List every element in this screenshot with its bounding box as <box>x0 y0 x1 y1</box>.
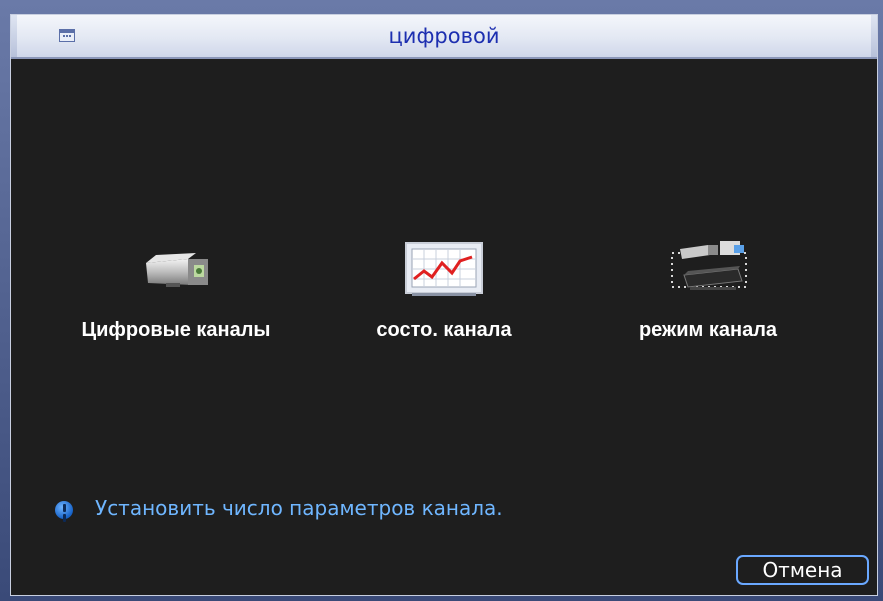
camera-recorder-icon <box>671 241 747 290</box>
title-bar: цифровой <box>11 15 877 59</box>
channel-mode-option[interactable]: режим канала <box>578 219 838 341</box>
line-chart-icon <box>405 242 483 296</box>
digital-channels-label: Цифровые каналы <box>81 319 271 341</box>
channel-status-option[interactable]: состо. канала <box>314 219 574 341</box>
dialog-title: цифровой <box>388 24 500 48</box>
info-icon <box>55 501 73 519</box>
digital-dialog: цифровой Цифровые каналы состо. канала р… <box>10 14 878 596</box>
options-area: Цифровые каналы состо. канала режим кана… <box>11 59 877 399</box>
digital-channels-option[interactable]: Цифровые каналы <box>46 219 306 341</box>
title-bar-right-edge <box>871 15 877 57</box>
channel-mode-label: режим канала <box>638 319 778 341</box>
hint-text: Установить число параметров канала. <box>95 496 503 520</box>
channel-status-label: состо. канала <box>376 319 512 341</box>
cancel-button[interactable]: Отмена <box>736 555 869 585</box>
ip-camera-icon <box>146 253 208 287</box>
screen-frame: цифровой Цифровые каналы состо. канала р… <box>0 0 883 601</box>
